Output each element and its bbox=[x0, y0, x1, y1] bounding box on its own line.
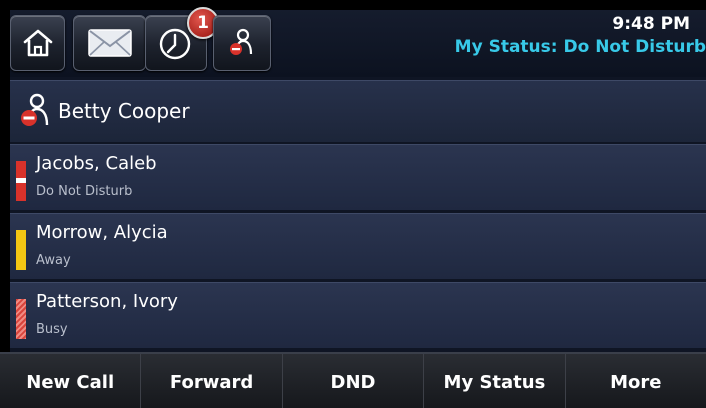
home-button[interactable] bbox=[10, 15, 65, 71]
contact-status: Away bbox=[36, 253, 71, 268]
more-button[interactable]: More bbox=[565, 354, 706, 408]
presence-away-indicator bbox=[16, 230, 26, 270]
contact-row[interactable]: Morrow, Alycia Away bbox=[10, 213, 706, 279]
line-owner-name: Betty Cooper bbox=[58, 99, 190, 123]
contact-name: Jacobs, Caleb bbox=[36, 153, 157, 174]
my-status-button[interactable]: My Status bbox=[424, 354, 566, 408]
presence-button[interactable] bbox=[213, 15, 271, 71]
mail-icon bbox=[87, 29, 132, 57]
contact-row[interactable]: Jacobs, Caleb Do Not Disturb bbox=[10, 144, 706, 210]
soft-key-bar: New Call Forward DND My Status More bbox=[0, 352, 706, 408]
home-icon bbox=[23, 29, 52, 57]
contact-row[interactable]: Patterson, Ivory Busy bbox=[10, 282, 706, 348]
presence-dnd-indicator bbox=[16, 161, 26, 201]
forward-button[interactable]: Forward bbox=[141, 354, 283, 408]
phone-display: 1 9:48 PM My Status: Do Not Disturb Bett… bbox=[0, 7, 706, 408]
contact-name: Morrow, Alycia bbox=[36, 222, 168, 243]
my-status-label[interactable]: My Status: Do Not Disturb bbox=[455, 37, 706, 57]
new-call-button[interactable]: New Call bbox=[0, 354, 142, 408]
dnd-button[interactable]: DND bbox=[282, 354, 425, 408]
presence-busy-indicator bbox=[16, 299, 26, 339]
contact-status: Busy bbox=[36, 322, 68, 337]
presence-dnd-icon bbox=[230, 28, 253, 55]
contact-name: Patterson, Ivory bbox=[36, 291, 178, 312]
messages-button[interactable] bbox=[73, 15, 146, 71]
line-row-betty-cooper[interactable]: Betty Cooper bbox=[10, 80, 706, 142]
phone-screen: 1 9:48 PM My Status: Do Not Disturb Bett… bbox=[0, 0, 706, 408]
contact-status: Do Not Disturb bbox=[36, 184, 133, 199]
clock: 9:48 PM bbox=[612, 14, 690, 34]
top-bar: 1 9:48 PM My Status: Do Not Disturb bbox=[10, 7, 706, 77]
presence-dnd-icon bbox=[18, 93, 52, 133]
